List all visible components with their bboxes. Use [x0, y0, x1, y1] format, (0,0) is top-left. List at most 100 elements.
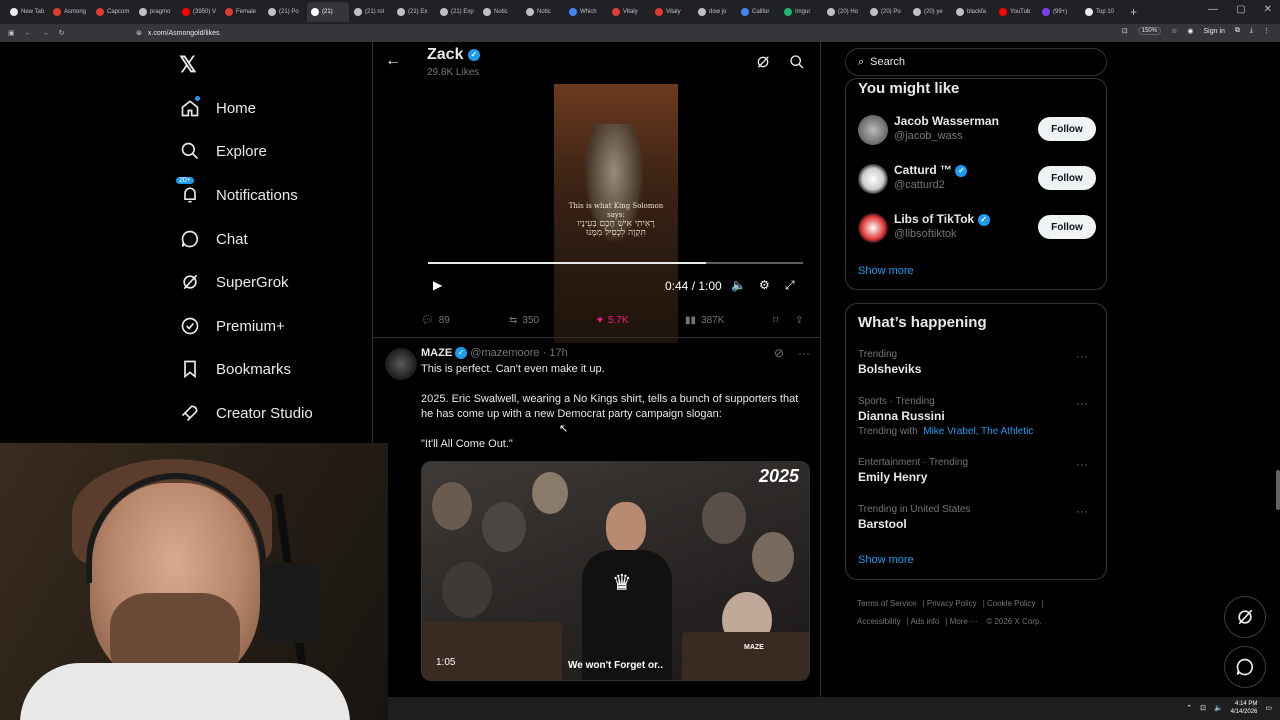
grok-fab[interactable] [1224, 596, 1266, 638]
trend-item[interactable]: Entertainment · Trending Emily Henry ··· [858, 457, 1096, 484]
nav-creator-studio[interactable]: Creator Studio [168, 393, 313, 433]
clock[interactable]: 4:14 PM 4/14/2026 [1231, 700, 1258, 716]
more-options-icon[interactable]: ··· [1076, 349, 1088, 363]
browser-tab[interactable]: (20) Ho [823, 2, 865, 22]
nav-explore[interactable]: Explore [168, 131, 267, 171]
video-progress-bar[interactable] [428, 262, 803, 264]
browser-tab[interactable]: Capcom [92, 2, 134, 22]
browser-tab[interactable]: blackfa [952, 2, 994, 22]
profile-icon[interactable]: ◉ [1187, 27, 1193, 35]
messages-fab[interactable] [1224, 646, 1266, 688]
footer-ads[interactable]: Ads info [910, 617, 939, 626]
footer-accessibility[interactable]: Accessibility [857, 617, 901, 626]
install-icon[interactable]: ⊡ [1122, 27, 1128, 35]
close-icon[interactable]: ✕ [1264, 4, 1272, 15]
footer-privacy[interactable]: Privacy Policy [927, 599, 977, 608]
browser-tab[interactable]: (99+) [1038, 2, 1080, 22]
minimize-icon[interactable]: — [1208, 4, 1218, 15]
browser-tab[interactable]: Female [221, 2, 263, 22]
extensions-icon[interactable]: ⧉ [1235, 27, 1240, 35]
grok-header-icon[interactable] [755, 54, 771, 70]
search-input[interactable]: ⌕ Search [845, 48, 1107, 76]
more-options-icon[interactable]: ··· [798, 346, 810, 360]
nav-bookmarks[interactable]: Bookmarks [168, 349, 291, 389]
footer-terms[interactable]: Terms of Service [857, 599, 917, 608]
forward-nav-icon[interactable]: → [42, 30, 49, 37]
avatar[interactable] [858, 115, 888, 145]
avatar[interactable] [858, 213, 888, 243]
trend-item[interactable]: Sports · Trending Dianna Russini Trendin… [858, 396, 1096, 437]
footer-more[interactable]: More ··· [950, 617, 978, 626]
menu-icon[interactable]: ⋮ [1263, 27, 1270, 35]
browser-tab[interactable]: (21) [307, 2, 349, 22]
browser-tab[interactable]: (20) Po [866, 2, 908, 22]
bookmark-tweet-button[interactable]: ⌑ [773, 315, 778, 326]
page-scrollbar[interactable] [1276, 470, 1280, 510]
network-icon[interactable]: ⊡ [1200, 704, 1206, 712]
play-icon[interactable]: ▶ [433, 278, 442, 292]
trend-item[interactable]: Trending Bolsheviks ··· [858, 349, 1096, 376]
browser-tab[interactable]: pragmo [135, 2, 177, 22]
follow-button[interactable]: Follow [1038, 215, 1096, 239]
grok-explain-icon[interactable]: ⊘ [774, 346, 784, 360]
browser-tab[interactable]: (21) Exp [436, 2, 478, 22]
settings-icon[interactable]: ⚙ [759, 278, 770, 292]
more-options-icon[interactable]: ··· [1076, 396, 1088, 410]
site-info-icon[interactable]: ⊜ [136, 29, 142, 37]
x-logo[interactable]: 𝕏 [179, 52, 197, 78]
browser-tab[interactable]: (21) Po [264, 2, 306, 22]
footer-cookie[interactable]: Cookie Policy [987, 599, 1035, 608]
browser-tab[interactable]: (21) rol [350, 2, 392, 22]
browser-tab[interactable]: Vitaly [608, 2, 650, 22]
nav-home[interactable]: Home [168, 88, 256, 128]
reply-button[interactable]: 💬︎ 89 [421, 315, 450, 326]
maximize-icon[interactable]: ▢ [1236, 4, 1245, 15]
suggestion-name[interactable]: Libs of TikTok ✓ [894, 212, 990, 226]
maze-avatar[interactable] [385, 348, 417, 380]
browser-tab[interactable]: (21) Ex [393, 2, 435, 22]
volume-tray-icon[interactable]: 🔈 [1214, 704, 1223, 712]
follow-button[interactable]: Follow [1038, 166, 1096, 190]
browser-tab[interactable]: Notic [479, 2, 521, 22]
browser-tab[interactable]: New Tab [6, 2, 48, 22]
new-tab-icon[interactable]: + [1130, 5, 1137, 19]
show-more-link[interactable]: Show more [858, 265, 914, 277]
browser-tab[interactable]: Top 10 [1081, 2, 1123, 22]
volume-icon[interactable]: 🔈 [731, 278, 746, 292]
tweet1-video[interactable]: This is what King Solomon says: רָאִיתִי… [421, 84, 810, 343]
bookmark-star-icon[interactable]: ☆ [1171, 27, 1177, 35]
nav-premium[interactable]: Premium+ [168, 306, 285, 346]
search-header-icon[interactable] [789, 54, 805, 70]
suggestion-row[interactable]: Catturd ™ ✓ @catturd2 Follow [858, 160, 1096, 200]
browser-tab[interactable]: Which [565, 2, 607, 22]
more-options-icon[interactable]: ··· [1076, 504, 1088, 518]
nav-chat[interactable]: Chat [168, 219, 248, 259]
like-button[interactable]: ♥ 5.7K [597, 315, 629, 326]
zoom-level[interactable]: 150% [1137, 27, 1162, 35]
browser-tab[interactable]: Imgur [780, 2, 822, 22]
back-nav-icon[interactable]: ← [25, 30, 32, 37]
notification-center-icon[interactable]: ▭ [1265, 704, 1272, 712]
repost-button[interactable]: ⇆ 350 [509, 315, 539, 326]
download-icon[interactable]: ⤓ [1250, 27, 1253, 35]
sidebar-toggle-icon[interactable]: ▣ [8, 29, 15, 37]
nav-notifications[interactable]: 20+ Notifications [168, 175, 298, 215]
suggestion-name[interactable]: Catturd ™ ✓ [894, 163, 968, 177]
avatar[interactable] [858, 164, 888, 194]
trend-item[interactable]: Trending in United States Barstool ··· [858, 504, 1096, 531]
browser-tab[interactable]: Notic [522, 2, 564, 22]
more-options-icon[interactable]: ··· [1076, 457, 1088, 471]
browser-tab[interactable]: (20) ye [909, 2, 951, 22]
fullscreen-icon[interactable]: ⤢ [785, 278, 795, 293]
reload-icon[interactable]: ↻ [59, 29, 65, 37]
browser-tab[interactable]: dow jo [694, 2, 736, 22]
suggestion-name[interactable]: Jacob Wasserman [894, 114, 999, 128]
browser-tab[interactable]: (3950) V [178, 2, 220, 22]
views-button[interactable]: ▮▮ 387K [685, 315, 724, 326]
trend-links[interactable]: Mike Vrabel, The Athletic [923, 426, 1033, 437]
show-more-link[interactable]: Show more [858, 554, 914, 566]
back-arrow-icon[interactable]: ← [385, 52, 401, 70]
tweet2-time[interactable]: 17h [549, 347, 567, 359]
share-button[interactable]: ⇪ [795, 315, 803, 326]
browser-tab[interactable]: Califor [737, 2, 779, 22]
